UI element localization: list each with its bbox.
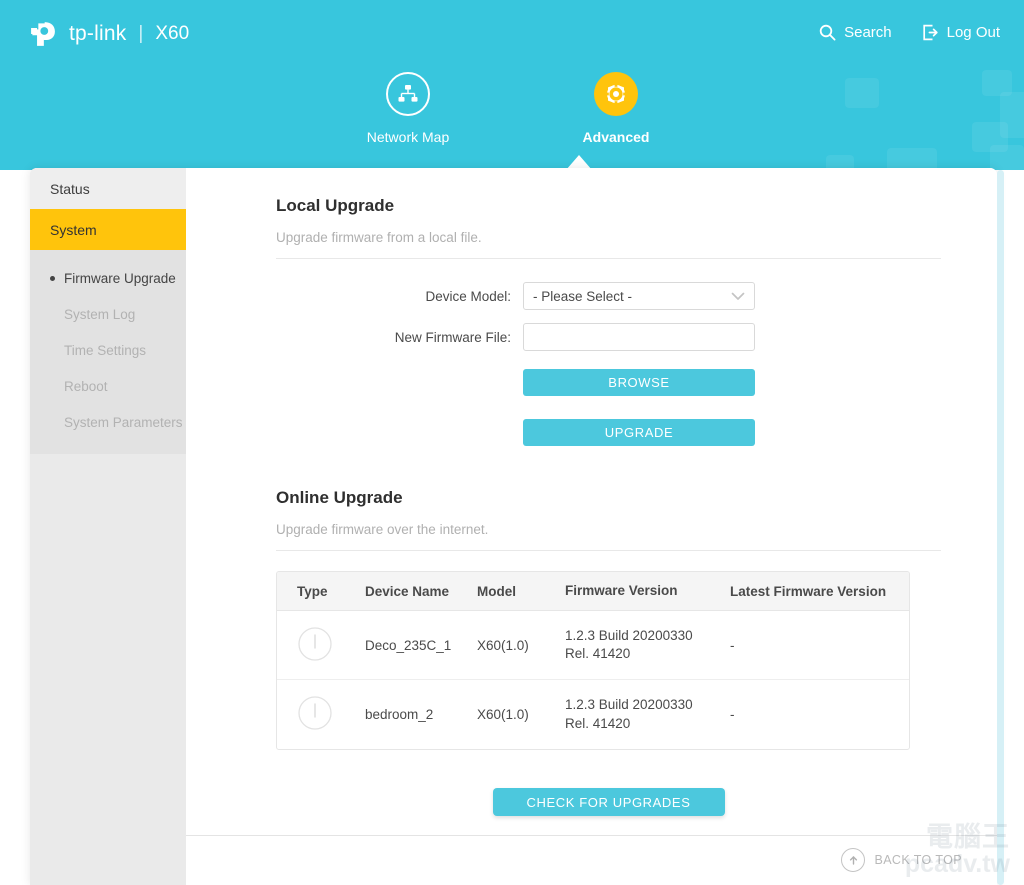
page-scrollbar[interactable] (997, 170, 1004, 885)
sidebar-item-status-label: Status (50, 181, 90, 197)
sidebar-item-time-settings-label: Time Settings (64, 343, 146, 358)
logout-button-label: Log Out (947, 24, 1000, 41)
tp-link-logo-icon (26, 17, 60, 51)
main-content: Local Upgrade Upgrade firmware from a lo… (186, 168, 997, 835)
row-device-name: bedroom_2 (365, 707, 477, 722)
sidebar-item-status[interactable]: Status (30, 168, 186, 209)
tab-advanced-label: Advanced (583, 129, 650, 145)
row-firmware-version: 1.2.3 Build 20200330 Rel. 41420 (565, 696, 730, 732)
brand-logo[interactable]: tp-link | X60 (26, 17, 189, 51)
logout-icon (922, 24, 939, 41)
local-upgrade-description: Upgrade firmware from a local file. (276, 230, 941, 259)
sidebar-item-firmware-upgrade-label: Firmware Upgrade (64, 271, 176, 286)
back-to-top-button[interactable]: BACK TO TOP (841, 848, 962, 872)
device-model-name: X60 (155, 23, 189, 45)
search-button-label: Search (844, 24, 892, 41)
footer-divider (186, 835, 997, 836)
device-model-value: - Please Select - (533, 289, 632, 304)
sidebar-item-reboot[interactable]: Reboot (30, 368, 186, 404)
row-type-cell (277, 695, 365, 734)
sidebar-item-firmware-upgrade[interactable]: Firmware Upgrade (30, 260, 186, 296)
row-latest-firmware-version: - (730, 638, 900, 653)
tab-network-map-label: Network Map (367, 129, 449, 145)
header-decoration (990, 145, 1024, 170)
check-upgrades-row: CHECK FOR UPGRADES (276, 788, 941, 816)
device-model-select[interactable]: - Please Select - (523, 282, 755, 310)
row-type-cell (277, 626, 365, 665)
row-latest-firmware-version: - (730, 707, 900, 722)
sidebar-item-system-log[interactable]: System Log (30, 296, 186, 332)
browse-row: BROWSE (276, 369, 941, 396)
sidebar: Status System Firmware Upgrade System Lo… (30, 168, 186, 885)
logout-button[interactable]: Log Out (922, 24, 1000, 41)
back-to-top-label: BACK TO TOP (874, 853, 962, 867)
column-header-device-name: Device Name (365, 584, 477, 599)
online-upgrade-title: Online Upgrade (276, 488, 941, 508)
page-root: tp-link | X60 Search Log Out (0, 0, 1024, 885)
table-row[interactable]: Deco_235C_1 X60(1.0) 1.2.3 Build 2020033… (277, 611, 909, 680)
gear-icon (603, 81, 629, 107)
header-decoration (887, 148, 937, 170)
local-upgrade-title: Local Upgrade (276, 196, 941, 216)
sidebar-item-system-label: System (50, 222, 97, 238)
table-header-row: Type Device Name Model Firmware Version … (277, 572, 909, 611)
chevron-down-icon (731, 292, 745, 301)
firmware-file-input[interactable] (523, 323, 755, 351)
sidebar-item-system-log-label: System Log (64, 307, 135, 322)
sidebar-item-time-settings[interactable]: Time Settings (30, 332, 186, 368)
row-firmware-version: 1.2.3 Build 20200330 Rel. 41420 (565, 627, 730, 663)
brand-separator: | (138, 23, 143, 45)
tab-advanced-icon-wrap (594, 72, 638, 116)
deco-device-icon (297, 626, 333, 662)
table-row[interactable]: bedroom_2 X60(1.0) 1.2.3 Build 20200330 … (277, 680, 909, 749)
device-model-row: Device Model: - Please Select - (276, 282, 941, 310)
sidebar-item-system-parameters-label: System Parameters (64, 415, 183, 430)
network-map-icon (396, 82, 420, 106)
online-upgrade-section: Online Upgrade Upgrade firmware over the… (276, 488, 941, 816)
row-model: X60(1.0) (477, 638, 565, 653)
search-icon (819, 24, 836, 41)
column-header-latest-firmware-version: Latest Firmware Version (730, 584, 900, 599)
content-card: Status System Firmware Upgrade System Lo… (30, 168, 997, 885)
browse-button[interactable]: BROWSE (523, 369, 755, 396)
column-header-model: Model (477, 584, 565, 599)
tab-advanced[interactable]: Advanced (551, 72, 681, 145)
sidebar-item-reboot-label: Reboot (64, 379, 108, 394)
search-button[interactable]: Search (819, 24, 892, 41)
tab-network-map[interactable]: Network Map (343, 72, 473, 145)
row-model: X60(1.0) (477, 707, 565, 722)
firmware-file-label: New Firmware File: (386, 330, 511, 345)
column-header-firmware-version: Firmware Version (565, 582, 730, 600)
sidebar-submenu: Firmware Upgrade System Log Time Setting… (30, 250, 186, 454)
brand-name: tp-link (69, 22, 126, 46)
main-tabs: Network Map Advanced (0, 72, 1024, 145)
bullet-icon (50, 276, 55, 281)
upgrade-row: UPGRADE (276, 419, 941, 446)
row-device-name: Deco_235C_1 (365, 638, 477, 653)
sidebar-item-system-parameters[interactable]: System Parameters (30, 404, 186, 440)
check-for-upgrades-button[interactable]: CHECK FOR UPGRADES (493, 788, 725, 816)
firmware-file-row: New Firmware File: (276, 323, 941, 351)
sidebar-item-system[interactable]: System (30, 209, 186, 250)
arrow-up-icon (847, 854, 860, 867)
app-header: tp-link | X60 Search Log Out (0, 0, 1024, 170)
tab-network-map-icon-wrap (386, 72, 430, 116)
deco-device-icon (297, 695, 333, 731)
online-upgrade-description: Upgrade firmware over the internet. (276, 522, 941, 551)
arrow-up-circle-icon (841, 848, 865, 872)
header-actions: Search Log Out (819, 24, 1000, 41)
column-header-type: Type (277, 584, 365, 599)
upgrade-button[interactable]: UPGRADE (523, 419, 755, 446)
firmware-table: Type Device Name Model Firmware Version … (276, 571, 910, 750)
device-model-label: Device Model: (386, 289, 511, 304)
